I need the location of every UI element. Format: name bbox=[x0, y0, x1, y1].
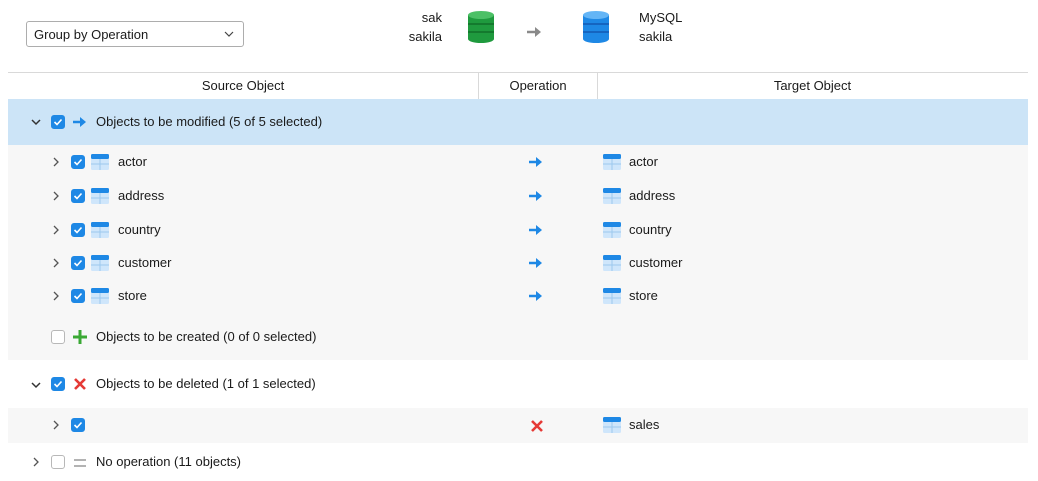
target-object-name: actor bbox=[629, 154, 658, 169]
source-database-icon bbox=[468, 11, 494, 43]
target-object-name: address bbox=[629, 188, 676, 203]
source-object-name: country bbox=[118, 222, 161, 237]
source-schema: sakila bbox=[408, 29, 442, 44]
group-row-no-operation[interactable]: No operation (11 objects) bbox=[8, 443, 1028, 481]
group-label-created: Objects to be created (0 of 0 selected) bbox=[96, 329, 317, 344]
checkbox-created[interactable] bbox=[51, 330, 65, 344]
arrow-right-icon bbox=[529, 291, 542, 301]
target-object-name: store bbox=[629, 288, 658, 303]
group-row-deleted[interactable]: Objects to be deleted (1 of 1 selected) bbox=[8, 360, 1028, 408]
target-object-name: country bbox=[629, 222, 672, 237]
table-row[interactable]: country country bbox=[8, 213, 1028, 247]
delete-x-icon bbox=[531, 420, 543, 432]
target-connection-info: MySQL sakila bbox=[639, 8, 729, 46]
table-row[interactable]: store store bbox=[8, 279, 1028, 313]
group-by-select[interactable]: Group by Operation bbox=[26, 21, 244, 47]
table-icon bbox=[91, 188, 109, 204]
row-checkbox[interactable] bbox=[71, 256, 85, 270]
equals-icon bbox=[74, 459, 86, 467]
chevron-right-icon[interactable] bbox=[50, 290, 62, 302]
arrow-right-icon bbox=[529, 258, 542, 268]
column-header-operation[interactable]: Operation bbox=[478, 73, 598, 99]
chevron-right-icon[interactable] bbox=[30, 456, 42, 468]
column-header-target[interactable]: Target Object bbox=[597, 73, 1028, 99]
table-icon bbox=[603, 188, 621, 204]
arrow-right-icon bbox=[529, 157, 542, 167]
table-icon bbox=[91, 255, 109, 271]
checkbox-no-operation[interactable] bbox=[51, 455, 65, 469]
target-database-icon bbox=[583, 11, 609, 43]
chevron-down-icon[interactable] bbox=[30, 116, 42, 128]
table-row[interactable]: customer customer bbox=[8, 246, 1028, 280]
group-row-modified[interactable]: Objects to be modified (5 of 5 selected) bbox=[8, 99, 1028, 145]
row-checkbox[interactable] bbox=[71, 289, 85, 303]
column-headers: Source Object Operation Target Object bbox=[8, 72, 1028, 100]
plus-icon bbox=[73, 330, 87, 344]
table-row[interactable]: actor actor bbox=[8, 145, 1028, 179]
chevron-right-icon[interactable] bbox=[50, 224, 62, 236]
delete-x-icon bbox=[74, 378, 86, 390]
source-object-name: address bbox=[118, 188, 165, 203]
group-row-created[interactable]: Objects to be created (0 of 0 selected) bbox=[8, 312, 1028, 360]
source-connection-info: sak sakila bbox=[372, 8, 442, 46]
chevron-down-icon[interactable] bbox=[30, 379, 42, 391]
chevron-down-icon bbox=[224, 31, 234, 37]
table-icon bbox=[603, 288, 621, 304]
source-object-name: customer bbox=[118, 255, 172, 270]
row-checkbox[interactable] bbox=[71, 418, 85, 432]
chevron-right-icon[interactable] bbox=[50, 190, 62, 202]
source-object-name: actor bbox=[118, 154, 147, 169]
target-object-name: customer bbox=[629, 255, 683, 270]
group-by-select-value: Group by Operation bbox=[34, 26, 149, 42]
checkbox-deleted[interactable] bbox=[51, 377, 65, 391]
row-checkbox[interactable] bbox=[71, 223, 85, 237]
table-icon bbox=[91, 222, 109, 238]
group-label-modified: Objects to be modified (5 of 5 selected) bbox=[96, 114, 323, 129]
arrow-right-icon bbox=[529, 225, 542, 235]
target-schema: sakila bbox=[639, 29, 673, 44]
target-object-name: sales bbox=[629, 417, 660, 432]
column-header-source[interactable]: Source Object bbox=[8, 73, 478, 99]
group-label-deleted: Objects to be deleted (1 of 1 selected) bbox=[96, 376, 316, 391]
table-row[interactable]: address address bbox=[8, 179, 1028, 213]
table-icon bbox=[91, 154, 109, 170]
source-name: sak bbox=[421, 10, 442, 25]
arrow-right-icon bbox=[73, 117, 86, 127]
table-icon bbox=[603, 417, 621, 433]
table-icon bbox=[603, 154, 621, 170]
chevron-right-icon[interactable] bbox=[50, 257, 62, 269]
row-checkbox[interactable] bbox=[71, 189, 85, 203]
arrow-right-icon bbox=[529, 191, 542, 201]
chevron-right-icon[interactable] bbox=[50, 419, 62, 431]
table-icon bbox=[603, 222, 621, 238]
target-name: MySQL bbox=[639, 10, 683, 25]
table-icon bbox=[603, 255, 621, 271]
checkbox-modified[interactable] bbox=[51, 115, 65, 129]
group-label-no-operation: No operation (11 objects) bbox=[96, 454, 242, 469]
source-object-name: store bbox=[118, 288, 147, 303]
table-icon bbox=[91, 288, 109, 304]
arrow-right-icon bbox=[527, 27, 541, 37]
row-checkbox[interactable] bbox=[71, 155, 85, 169]
table-row[interactable]: sales bbox=[8, 408, 1028, 443]
chevron-right-icon[interactable] bbox=[50, 156, 62, 168]
